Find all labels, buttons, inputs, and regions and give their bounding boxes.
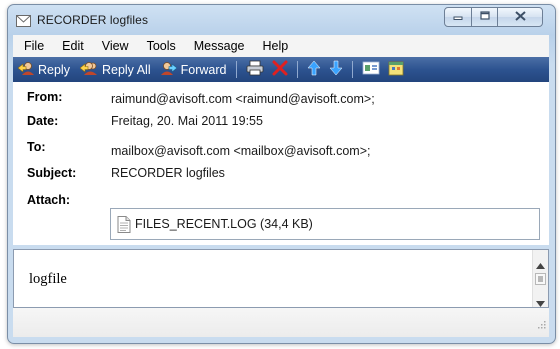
file-icon (117, 216, 131, 238)
reply-all-button[interactable]: Reply All (75, 57, 156, 82)
close-button[interactable] (497, 7, 543, 27)
next-icon (329, 60, 343, 79)
menu-bar: File Edit View Tools Message Help (13, 35, 549, 57)
toolbar-separator (297, 61, 299, 78)
to-label: To: (27, 140, 46, 154)
reply-label: Reply (38, 62, 70, 77)
maximize-button[interactable] (471, 7, 498, 27)
envelope-icon (16, 14, 31, 32)
menu-file[interactable]: File (13, 39, 53, 53)
address-book-button[interactable] (358, 57, 384, 82)
status-bar (13, 308, 549, 337)
minimize-button[interactable] (444, 7, 472, 27)
attach-label: Attach: (27, 193, 71, 207)
print-icon (246, 60, 264, 79)
menu-tools[interactable]: Tools (138, 39, 185, 53)
delete-button[interactable] (268, 57, 292, 82)
menu-help[interactable]: Help (254, 39, 298, 53)
from-value[interactable]: raimund@avisoft.com <raimund@avisoft.com… (111, 92, 375, 106)
vertical-scrollbar[interactable] (532, 250, 548, 307)
toolbar-separator (352, 61, 354, 78)
reply-icon (17, 61, 38, 78)
toolbar-separator (236, 61, 238, 78)
date-value: Freitag, 20. Mai 2011 19:55 (111, 114, 263, 128)
address-book-icon (362, 61, 380, 78)
subject-label: Subject: (27, 166, 77, 180)
reply-all-label: Reply All (101, 62, 151, 77)
window-title: RECORDER logfiles (37, 13, 149, 27)
to-value[interactable]: mailbox@avisoft.com <mailbox@avisoft.com… (111, 144, 371, 158)
forward-icon (160, 61, 181, 78)
maximize-icon (479, 10, 490, 24)
attachment-box: FILES_RECENT.LOG (34,4 KB) (110, 208, 540, 240)
delete-icon (272, 60, 288, 79)
minimize-icon (453, 11, 463, 24)
scroll-grip-icon[interactable] (535, 272, 546, 290)
forward-label: Forward (180, 62, 227, 77)
message-header: From: raimund@avisoft.com <raimund@aviso… (13, 82, 549, 245)
toolbar: Reply Reply All Forward (13, 57, 549, 82)
attachment-file[interactable]: FILES_RECENT.LOG (34,4 KB) (135, 217, 313, 231)
previous-icon (307, 60, 321, 79)
forward-button[interactable]: Forward (156, 57, 232, 82)
calendar-button[interactable] (384, 57, 408, 82)
calendar-icon (388, 60, 404, 79)
reply-button[interactable]: Reply (13, 57, 75, 82)
body-text: logfile (29, 271, 67, 287)
subject-value: RECORDER logfiles (111, 166, 225, 180)
message-window: RECORDER logfiles File Edit View Tools M… (7, 4, 556, 344)
previous-button[interactable] (303, 57, 325, 82)
reply-all-icon (79, 61, 102, 78)
from-label: From: (27, 90, 63, 104)
print-button[interactable] (242, 57, 268, 82)
resize-grip-icon[interactable] (536, 316, 546, 334)
menu-view[interactable]: View (93, 39, 138, 53)
message-body[interactable]: logfile (13, 249, 549, 308)
close-icon (514, 10, 526, 24)
next-button[interactable] (325, 57, 347, 82)
menu-edit[interactable]: Edit (53, 39, 93, 53)
title-bar[interactable]: RECORDER logfiles (8, 5, 555, 35)
menu-message[interactable]: Message (185, 39, 254, 53)
date-label: Date: (27, 114, 59, 128)
